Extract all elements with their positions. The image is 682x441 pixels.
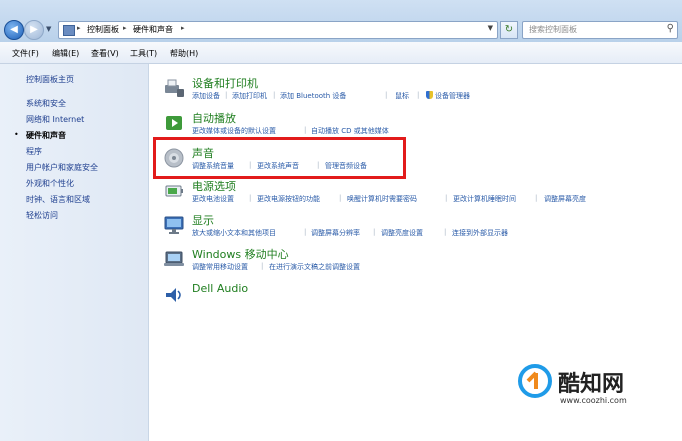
left-nav-pane: 控制面板主页 系统和安全 网络和 Internet • 硬件和声音 程序 用户帐… bbox=[0, 64, 149, 441]
link-power-button[interactable]: 更改电源按钮的功能 bbox=[257, 194, 320, 204]
address-bar[interactable]: ▸ 控制面板 ▸ 硬件和声音 ▸ ▼ bbox=[58, 21, 498, 39]
link-screen-brightness[interactable]: 调整屏幕亮度 bbox=[544, 194, 586, 204]
link-wake-password[interactable]: 唤醒计算机时需要密码 bbox=[347, 194, 417, 204]
category-title-autoplay[interactable]: 自动播放 bbox=[192, 110, 236, 126]
monitor-icon bbox=[164, 216, 184, 234]
arrow-left-icon: ◀ bbox=[10, 24, 18, 35]
control-panel-icon bbox=[63, 25, 75, 36]
menu-help[interactable]: 帮助(H) bbox=[170, 48, 198, 59]
refresh-icon: ↻ bbox=[504, 24, 514, 35]
link-separator: | bbox=[273, 91, 276, 99]
menu-edit[interactable]: 编辑(E) bbox=[52, 48, 79, 59]
left-link-programs[interactable]: 程序 bbox=[26, 146, 42, 157]
link-device-manager-label: 设备管理器 bbox=[435, 92, 470, 100]
current-bullet-icon: • bbox=[14, 130, 19, 139]
printer-icon bbox=[165, 79, 184, 97]
link-brightness-settings[interactable]: 调整亮度设置 bbox=[381, 228, 423, 238]
category-title-devices[interactable]: 设备和打印机 bbox=[192, 75, 258, 91]
autoplay-icon bbox=[166, 116, 182, 130]
link-separator: | bbox=[225, 91, 228, 99]
link-change-default-media[interactable]: 更改媒体或设备的默认设置 bbox=[192, 126, 276, 136]
uac-shield-icon bbox=[426, 91, 433, 99]
menu-tools[interactable]: 工具(T) bbox=[130, 48, 157, 59]
link-screen-resolution[interactable]: 调整屏幕分辨率 bbox=[311, 228, 360, 238]
link-separator: | bbox=[261, 262, 264, 270]
left-link-user-accounts[interactable]: 用户帐户和家庭安全 bbox=[26, 162, 98, 173]
link-separator: | bbox=[417, 91, 420, 99]
link-presentation-settings[interactable]: 在进行演示文稿之前调整设置 bbox=[269, 262, 360, 272]
category-title-power[interactable]: 电源选项 bbox=[192, 178, 236, 194]
search-input[interactable]: 搜索控制面板 ⚲ bbox=[522, 21, 678, 39]
search-placeholder: 搜索控制面板 bbox=[529, 25, 577, 34]
left-link-hardware-sound: 硬件和声音 bbox=[26, 131, 66, 140]
search-icon[interactable]: ⚲ bbox=[667, 23, 674, 34]
left-link-appearance[interactable]: 外观和个性化 bbox=[26, 178, 74, 189]
battery-icon bbox=[165, 185, 183, 197]
refresh-button[interactable]: ↻ bbox=[500, 21, 518, 39]
link-external-display[interactable]: 连接到外部显示器 bbox=[452, 228, 508, 238]
menu-bar: 文件(F) 编辑(E) 查看(V) 工具(T) 帮助(H) bbox=[0, 42, 682, 64]
annotation-highlight-box bbox=[153, 137, 406, 179]
category-title-mobility[interactable]: Windows 移动中心 bbox=[192, 246, 289, 262]
link-separator: | bbox=[339, 194, 342, 202]
left-link-network[interactable]: 网络和 Internet bbox=[26, 114, 84, 125]
link-mobility-settings[interactable]: 调整常用移动设置 bbox=[192, 262, 248, 272]
watermark-brand: 酷知网 bbox=[558, 372, 625, 397]
link-add-printer[interactable]: 添加打印机 bbox=[232, 91, 267, 101]
breadcrumb-separator-icon[interactable]: ▸ bbox=[123, 24, 127, 32]
left-link-ease-of-access[interactable]: 轻松访问 bbox=[26, 210, 58, 221]
mobility-center-icon bbox=[164, 251, 184, 266]
link-separator: | bbox=[373, 228, 376, 236]
link-sleep-time[interactable]: 更改计算机睡眠时间 bbox=[453, 194, 516, 204]
address-dropdown-icon[interactable]: ▼ bbox=[488, 24, 493, 32]
dell-audio-icon bbox=[166, 288, 181, 302]
category-title-display[interactable]: 显示 bbox=[192, 212, 214, 228]
link-battery-settings[interactable]: 更改电池设置 bbox=[192, 194, 234, 204]
breadcrumb-control-panel[interactable]: 控制面板 bbox=[87, 24, 119, 35]
link-separator: | bbox=[249, 194, 252, 202]
arrow-right-icon: ▶ bbox=[30, 24, 38, 35]
link-separator: | bbox=[445, 194, 448, 202]
link-separator: | bbox=[304, 126, 307, 134]
link-add-device[interactable]: 添加设备 bbox=[192, 91, 220, 101]
menu-view[interactable]: 查看(V) bbox=[91, 48, 119, 59]
link-separator: | bbox=[535, 194, 538, 202]
left-item-current: • 硬件和声音 bbox=[0, 130, 148, 142]
left-link-system-security[interactable]: 系统和安全 bbox=[26, 98, 66, 109]
menu-file[interactable]: 文件(F) bbox=[12, 48, 39, 59]
link-zoom-text[interactable]: 放大或缩小文本和其他项目 bbox=[192, 228, 276, 238]
category-title-dell-audio[interactable]: Dell Audio bbox=[192, 282, 248, 295]
breadcrumb-hardware-sound[interactable]: 硬件和声音 bbox=[133, 24, 173, 35]
link-autoplay-cd[interactable]: 自动播放 CD 或其他媒体 bbox=[311, 126, 389, 136]
back-button[interactable]: ◀ bbox=[4, 20, 24, 40]
link-separator: | bbox=[444, 228, 447, 236]
link-add-bluetooth[interactable]: 添加 Bluetooth 设备 bbox=[280, 91, 346, 101]
link-device-manager[interactable]: 设备管理器 bbox=[426, 91, 470, 101]
link-mouse[interactable]: 鼠标 bbox=[395, 91, 409, 101]
left-link-clock-region[interactable]: 时钟、语言和区域 bbox=[26, 194, 90, 205]
watermark-url: www.coozhi.com bbox=[560, 396, 627, 405]
link-separator: | bbox=[304, 228, 307, 236]
link-separator: | bbox=[385, 91, 388, 99]
coozhi-logo-icon bbox=[518, 364, 552, 398]
left-link-home[interactable]: 控制面板主页 bbox=[26, 74, 74, 85]
breadcrumb-separator-icon[interactable]: ▸ bbox=[77, 24, 81, 32]
window-titlebar: ◀ ▶ ▼ ▸ 控制面板 ▸ 硬件和声音 ▸ ▼ ↻ 搜索控制面板 ⚲ bbox=[0, 0, 682, 42]
breadcrumb-separator-icon[interactable]: ▸ bbox=[181, 24, 185, 32]
forward-button[interactable]: ▶ bbox=[24, 20, 44, 40]
recent-pages-dropdown[interactable]: ▼ bbox=[46, 25, 51, 33]
